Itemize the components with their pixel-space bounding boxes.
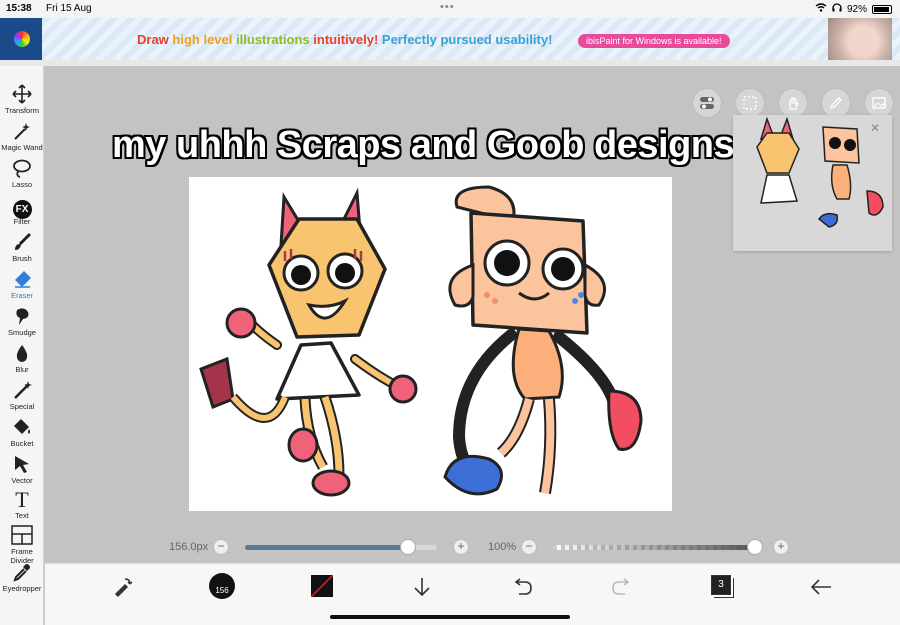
redo-icon[interactable]: [609, 574, 635, 600]
tool-lasso[interactable]: Lasso: [0, 158, 44, 195]
multitask-dots-icon[interactable]: •••: [440, 1, 455, 13]
banner-word: intuitively!: [313, 32, 382, 47]
tool-frame-divider[interactable]: Frame Divider: [0, 525, 44, 565]
preview-thumbnail: [733, 115, 892, 251]
ibispaint-logo: [0, 18, 42, 60]
brush-size-slider-fill: [245, 545, 409, 550]
eyedropper-icon: [0, 562, 44, 584]
tool-eraser[interactable]: Eraser: [0, 269, 44, 306]
tool-text[interactable]: T Text: [0, 489, 44, 526]
text-icon: T: [15, 487, 29, 512]
eraser-icon: [0, 269, 44, 291]
tool-label: Lasso: [11, 180, 32, 189]
tool-label: Magic Wand: [1, 143, 43, 152]
status-indicators: 92%: [815, 3, 892, 15]
transform-icon: [0, 84, 44, 106]
wifi-icon: [815, 3, 827, 15]
banner-pill[interactable]: ibisPaint for Windows is available!: [578, 34, 730, 48]
tool-palette: Transform Magic Wand Lasso FX Filter Bru…: [0, 66, 44, 625]
back-arrow-icon[interactable]: [808, 574, 834, 600]
tool-magic-wand[interactable]: Magic Wand: [0, 121, 44, 158]
blur-icon: [0, 343, 44, 365]
reference-preview[interactable]: [733, 115, 892, 251]
tool-smudge[interactable]: Smudge: [0, 306, 44, 343]
frame-divider-icon: [0, 525, 44, 547]
tool-blur[interactable]: Blur: [0, 343, 44, 380]
artwork-image: [199, 185, 643, 497]
color-swatch[interactable]: [311, 575, 333, 597]
selection-icon[interactable]: [735, 88, 765, 118]
tool-switch-icon[interactable]: [109, 574, 135, 600]
tool-bucket[interactable]: Bucket: [0, 417, 44, 454]
tool-label: Text: [15, 511, 29, 520]
tool-label: Eyedropper: [2, 584, 42, 593]
brush-size-increase-button[interactable]: +: [453, 539, 469, 555]
bucket-icon: [0, 417, 44, 439]
banner-word: Draw: [137, 32, 173, 47]
hand-icon[interactable]: [778, 88, 808, 118]
artwork-canvas[interactable]: [189, 177, 672, 511]
undo-icon[interactable]: [509, 574, 535, 600]
brush-opacity-slider-handle[interactable]: [747, 539, 763, 555]
tool-label: Eraser: [10, 291, 34, 300]
smudge-icon: [0, 306, 44, 328]
tool-label: Bucket: [10, 439, 34, 448]
layers-button[interactable]: 3: [711, 575, 731, 595]
magic-wand-icon: [0, 121, 44, 143]
status-date: Fri 15 Aug: [46, 3, 92, 14]
tool-label: Smudge: [8, 328, 36, 337]
brush-opacity-slider-fill: [553, 545, 755, 550]
status-time: 15:38: [6, 3, 32, 14]
download-icon[interactable]: [409, 574, 435, 600]
brush-size-badge[interactable]: 156: [209, 573, 235, 599]
tool-label: Blur: [15, 365, 29, 374]
tool-label: Vector: [11, 476, 33, 485]
canvas-caption: my uhhh Scraps and Goob designs: [112, 124, 735, 166]
tool-label: Transform: [5, 106, 39, 115]
headphones-icon: [832, 3, 842, 15]
tool-label: Filter: [13, 217, 31, 226]
status-bar: 15:38 Fri 15 Aug ••• 92%: [0, 0, 900, 18]
brush-icon: [0, 232, 44, 254]
banner-word: Perfectly pursued usability!: [381, 32, 553, 47]
vector-icon: [0, 454, 44, 476]
toggle-icon[interactable]: [692, 88, 722, 118]
tool-eyedropper[interactable]: Eyedropper: [0, 562, 44, 599]
banner-word: illustrations: [235, 32, 314, 47]
brush-size-decrease-button[interactable]: −: [213, 539, 229, 555]
battery-percent: 92%: [846, 3, 867, 15]
tool-brush[interactable]: Brush: [0, 232, 44, 269]
tool-label: Special: [9, 402, 35, 411]
banner-headline: Draw high level illustrations intuitivel…: [137, 32, 552, 47]
pen-icon[interactable]: [821, 88, 851, 118]
battery-icon: [872, 4, 892, 14]
tool-filter[interactable]: FX Filter: [0, 195, 44, 232]
brush-size-value: 156.0px: [169, 541, 209, 553]
brush-opacity-decrease-button[interactable]: −: [521, 539, 537, 555]
lasso-icon: [0, 158, 44, 180]
tool-label: Brush: [12, 254, 32, 263]
close-icon[interactable]: ✕: [870, 121, 880, 135]
tool-transform[interactable]: Transform: [0, 84, 44, 121]
brush-opacity-increase-button[interactable]: +: [773, 539, 789, 555]
tool-special[interactable]: Special: [0, 380, 44, 417]
color-wheel-icon: [14, 31, 30, 47]
promo-banner[interactable]: Draw high level illustrations intuitivel…: [0, 18, 900, 60]
banner-portrait: [828, 18, 892, 60]
canvas-top-icons: [690, 88, 895, 118]
brush-opacity-value: 100%: [488, 541, 517, 553]
special-icon: [0, 380, 44, 402]
reference-image-icon[interactable]: [864, 88, 894, 118]
brush-opacity-slider[interactable]: [553, 545, 755, 550]
home-indicator: [330, 615, 570, 619]
tool-vector[interactable]: Vector: [0, 454, 44, 491]
banner-word: high level: [172, 32, 236, 47]
